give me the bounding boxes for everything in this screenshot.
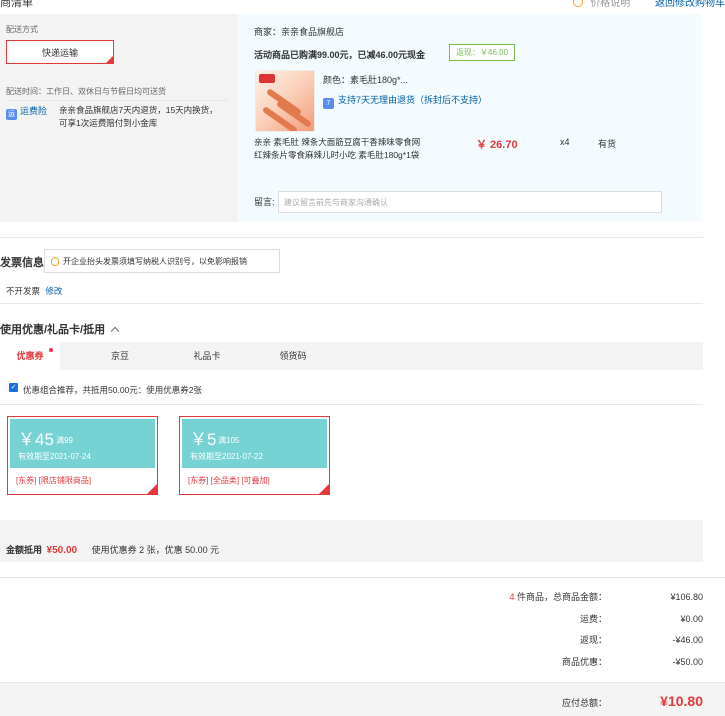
product-title[interactable]: 亲亲 素毛肚 辣条大面筋豆腐干香辣味零食网 红辣条片零食麻辣儿时小吃 素毛肚18… [254,136,464,162]
selected-check-icon [146,483,158,495]
freight-insurance-label: 运费险 [20,106,48,116]
shipping-method-label: 配送方式 [6,25,38,34]
invoice-type: 不开发票 修改 [6,285,62,297]
invoice-tip: 开企业抬头发票须填写纳税人识别号，以免影响报销 [44,249,280,273]
summary-rebate-label: 返现： [579,635,607,645]
coupon-validity: 有效期至2021-07-24 [18,452,91,461]
product-price: ￥ 26.70 [476,139,518,151]
coupon-amount: ￥45 [18,430,54,449]
brand-logo-icon [259,74,275,83]
divider [0,303,703,304]
summary-rebate-value: -¥46.00 [672,635,703,645]
chevron-up-icon [110,326,120,336]
divider [6,100,228,101]
remark-label: 留言: [254,197,275,207]
summary-items-row: 4 件商品，总商品金额： ¥106.80 [467,590,703,603]
product-color: 颜色：素毛肚180g*... [323,75,409,85]
price-notice-link[interactable]: 价格说明 [590,0,630,9]
freight-insurance-desc-1: 亲亲食品旗舰店7天内退货，15天内换货， [59,105,218,115]
promo-text: 活动商品已购满99.00元，已减46.00元现金 [254,50,426,60]
coupon-tags: [东券] [限店铺限商品] [16,476,92,485]
divider [0,237,703,238]
coupon-footer-amount: ¥50.00 [46,545,78,556]
product-stock: 有货 [598,139,617,149]
coupon-footer: 金额抵用 ¥50.00 使用优惠券 2 张，优惠 50.00 元 [6,543,219,556]
remark-input[interactable] [278,191,662,213]
tab-gift-card[interactable]: 礼品卡 [177,342,237,370]
shipping-method-option[interactable]: 快递运输 [6,40,114,64]
new-dot [49,348,53,352]
summary-items-total: ¥106.80 [670,592,703,602]
combo-checkbox[interactable]: ✓ [9,383,18,392]
tab-coupons-label: 优惠券 [16,351,44,361]
invoice-tip-text: 开企业抬头发票须填写纳税人识别号，以免影响报销 [63,256,247,266]
combo-text: 优惠组合推荐，共抵用50.00元：使用优惠券2张 [23,385,202,395]
summary-items-text: 件商品，总商品金额： [516,592,607,602]
coupon-footer-label: 金额抵用 [6,545,43,555]
coupon-card[interactable]: ￥5 满105 有效期至2021-07-22 [东券] [全品类] [可叠加] [179,416,330,495]
back-to-cart-link[interactable]: 返回修改购物车 [655,0,725,9]
coupon-tags: [东券] [全品类] [可叠加] [188,476,270,485]
divider [0,577,725,578]
invoice-title: 发票信息 [0,257,44,269]
summary-discount-row: 商品优惠： -¥50.00 [467,655,703,668]
selected-check-icon [105,55,114,64]
summary-payable-value: ¥10.80 [660,693,703,709]
shipping-time: 配送时间：工作日、双休日与节假日均可送货 [6,87,166,96]
shipping-method-text: 快递运输 [41,47,78,58]
section-title-order: 商清单 [0,0,33,9]
coupon-card-top: ￥45 满99 有效期至2021-07-24 [10,419,155,468]
product-qty: x4 [560,137,570,147]
return-policy-text: 支持7天无理由退货（拆封后不支持） [338,95,488,105]
summary-freight-label: 运费： [579,614,607,624]
summary-rebate-row: 返现： -¥46.00 [467,633,703,646]
freight-insurance-icon: 运 [6,109,17,120]
coupon-validity: 有效期至2021-07-22 [190,452,263,461]
freight-insurance-desc: 亲亲食品旗舰店7天内退货，15天内换货， 可享1次运费赔付到小金库 [59,104,218,130]
summary-items-label: 4 件商品，总商品金额： [467,590,607,603]
tab-jingdou[interactable]: 京豆 [90,342,150,370]
summary-freight-row: 运费： ¥0.00 [467,612,703,625]
summary-payable-row: 应付总额： ¥10.80 [467,693,703,709]
product-image[interactable] [255,70,315,132]
selected-check-icon [318,483,330,495]
bulb-icon [51,256,59,266]
coupon-card[interactable]: ￥45 满99 有效期至2021-07-24 [东券] [限店铺限商品] [7,416,158,495]
summary-items-count: 4 [509,592,515,602]
tab-pickup-code[interactable]: 领货码 [263,342,323,370]
header-right: 价格说明 返回修改购物车 [573,0,725,9]
freight-insurance[interactable]: 运运费险 [6,104,47,120]
tab-coupons[interactable]: 优惠券 [0,342,60,370]
summary-discount-value: -¥50.00 [672,657,703,667]
return-policy: 7 支持7天无理由退货（拆封后不支持） [323,93,487,109]
seller-name: 商家：亲亲食品旗舰店 [254,27,345,37]
summary-freight-value: ¥0.00 [680,614,703,624]
divider [0,404,703,405]
coupon-amount: ￥5 [190,430,217,449]
invoice-type-text: 不开发票 [6,286,41,296]
info-icon [573,0,584,7]
summary-discount-label: 商品优惠： [561,657,607,667]
coupon-section-title-text: 使用优惠/礼品卡/抵用 [0,324,106,336]
rebate-badge: 返现：￥46.00 [449,44,516,61]
coupon-card-top: ￥5 满105 有效期至2021-07-22 [182,419,327,468]
coupon-condition: 满99 [56,436,73,445]
product-title-line-2: 红辣条片零食麻辣儿时小吃 素毛肚180g*1袋 [254,150,420,160]
freight-insurance-desc-2: 可享1次运费赔付到小金库 [59,118,158,128]
coupon-condition: 满105 [218,436,240,445]
invoice-edit-link[interactable]: 修改 [45,286,62,296]
return-policy-icon: 7 [323,98,334,109]
coupon-section-title[interactable]: 使用优惠/礼品卡/抵用 [0,321,120,337]
product-title-line-1: 亲亲 素毛肚 辣条大面筋豆腐干香辣味零食网 [254,137,421,147]
summary-payable-label: 应付总额： [561,698,607,708]
coupon-footer-desc: 使用优惠券 2 张，优惠 50.00 元 [91,545,220,555]
